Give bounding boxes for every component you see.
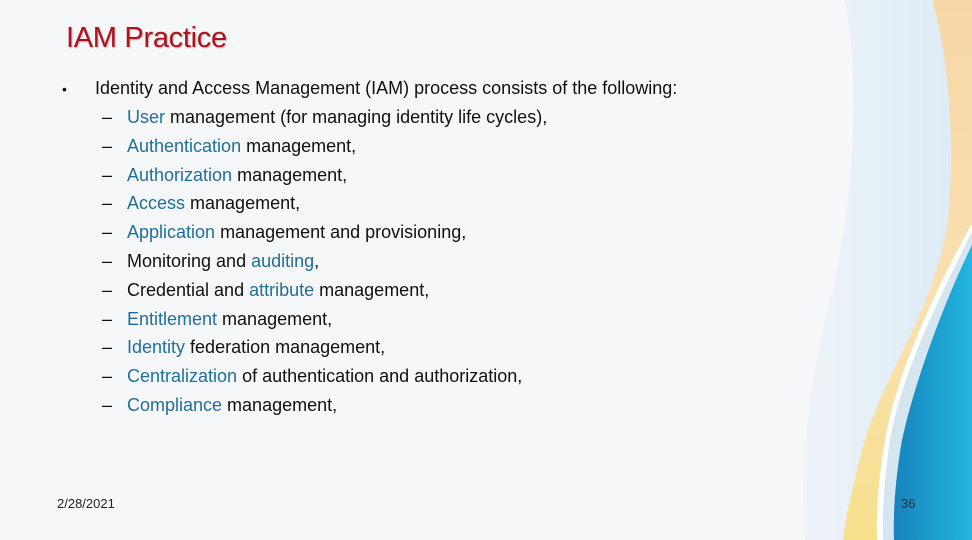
dash-icon: – [102, 394, 113, 415]
bullet-icon: • [62, 81, 67, 97]
item-text: management, [241, 135, 357, 156]
item-text: management and provisioning, [215, 222, 467, 243]
highlight-term: auditing [251, 250, 315, 271]
item-text: management, [314, 279, 430, 300]
highlight-term: attribute [249, 279, 315, 300]
list-item: – Monitoring and auditing, [62, 251, 677, 280]
item-text: management (for managing identity life c… [165, 107, 548, 127]
item-text: federation management, [185, 337, 386, 358]
highlight-term: Authorization [127, 164, 233, 185]
dash-icon: – [102, 135, 113, 156]
iam-process-list: – User management (for managing identity … [62, 107, 677, 424]
dash-icon: – [102, 279, 113, 300]
list-item: – Centralization of authentication and au… [62, 366, 677, 395]
highlight-term: Authentication [127, 135, 242, 156]
list-item: – Access management, [62, 193, 677, 222]
dash-icon: – [102, 308, 113, 329]
dash-icon: – [102, 107, 113, 127]
slide-title: IAM Practice [66, 22, 227, 54]
dash-icon: – [102, 366, 113, 387]
list-item: – Authentication management, [62, 136, 677, 165]
dash-icon: – [102, 164, 113, 185]
dash-icon: – [102, 193, 113, 214]
intro-bullet: • Identity and Access Management (IAM) p… [62, 78, 677, 107]
highlight-term: Entitlement [127, 308, 218, 329]
item-text: management, [222, 394, 338, 415]
highlight-term: Centralization [127, 366, 238, 387]
item-prefix: Credential and [127, 279, 250, 300]
list-item: – Identity federation management, [62, 337, 677, 366]
slide-date: 2/28/2021 [57, 496, 115, 511]
list-item: – Entitlement management, [62, 309, 677, 338]
item-text: , [314, 250, 320, 271]
list-item: – Application management and provisioning… [62, 222, 677, 251]
item-text: management, [185, 193, 301, 214]
highlight-term: Access [127, 193, 186, 214]
list-item: – Compliance management, [62, 395, 677, 424]
item-prefix: Monitoring and [127, 250, 252, 271]
slide-page-number: 36 [901, 496, 916, 511]
list-item: – Authorization management, [62, 165, 677, 194]
item-text: management, [217, 308, 333, 329]
dash-icon: – [102, 250, 113, 271]
highlight-term: User [127, 107, 166, 127]
intro-text: Identity and Access Management (IAM) pro… [95, 78, 678, 98]
dash-icon: – [102, 222, 113, 243]
item-text: management, [232, 164, 348, 185]
highlight-term: Application [127, 222, 216, 243]
item-text: of authentication and authorization, [237, 366, 523, 387]
list-item: – User management (for managing identity … [62, 107, 677, 136]
dash-icon: – [102, 337, 113, 358]
highlight-term: Identity [127, 337, 186, 358]
list-item: – Credential and attribute management, [62, 280, 677, 309]
highlight-term: Compliance [127, 394, 223, 415]
slide-content: • Identity and Access Management (IAM) p… [62, 78, 677, 424]
